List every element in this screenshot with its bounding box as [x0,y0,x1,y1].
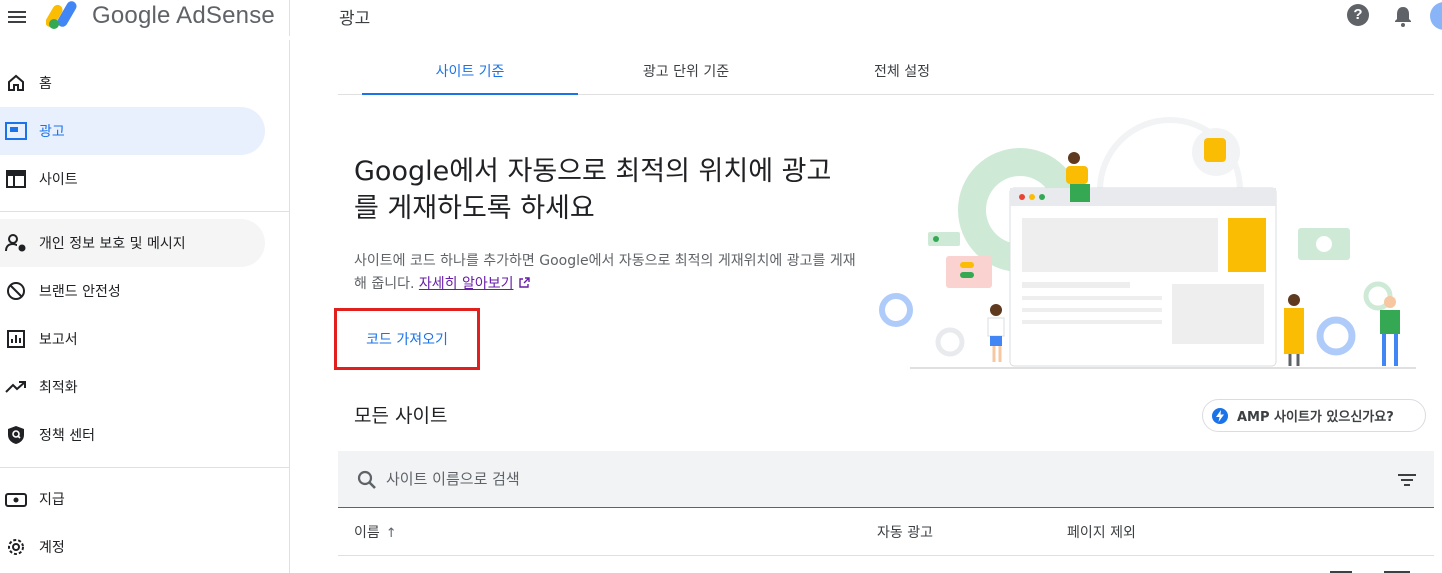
lightning-bolt-icon [1212,407,1228,424]
product-name: Google AdSense [92,2,275,29]
sidebar-item-reports[interactable]: 보고서 [0,315,265,363]
sidebar-item-label: 정책 센터 [39,428,95,444]
column-header-page-exclusions[interactable]: 페이지 제외 [1067,522,1136,542]
row-actions-icon [1330,571,1410,573]
hero-description: 사이트에 코드 하나를 추가하면 Google에서 자동으로 최적의 게재위치에… [354,250,864,296]
sites-icon [5,168,27,190]
top-app-bar: Google AdSense 광고 ? [0,0,1442,40]
column-header-auto-ads[interactable]: 자동 광고 [877,522,933,542]
sidebar-divider [0,467,290,468]
sidebar-item-policy-center[interactable]: 정책 센터 [0,411,265,459]
tab-by-ad-unit[interactable]: 광고 단위 기준 [578,52,794,95]
privacy-icon [5,232,27,254]
settings-icon [5,536,27,558]
tab-by-site[interactable]: 사이트 기준 [362,52,578,95]
sidebar-item-label: 홈 [39,76,52,92]
sidebar-item-payments[interactable]: 지급 [0,475,265,523]
sidebar: 홈 광고 사이트 개인 정보 보호 및 메시지 브랜드 안전성 보고서 최적화 … [0,40,290,573]
sidebar-item-label: 최적화 [39,380,78,396]
tab-bar: 사이트 기준 광고 단위 기준 전체 설정 [338,52,1434,95]
sidebar-item-ads[interactable]: 광고 [0,107,265,155]
table-header: 이름 ↑ 자동 광고 페이지 제외 [338,508,1434,556]
external-link-icon [518,277,530,288]
column-header-name[interactable]: 이름 ↑ [354,522,397,542]
shield-icon [5,424,27,446]
sidebar-item-label: 개인 정보 보호 및 메시지 [39,236,186,252]
payments-icon [5,488,27,510]
help-icon[interactable]: ? [1347,4,1369,26]
search-input[interactable] [386,465,1286,493]
topbar-divider [289,0,290,36]
auto-ads-illustration [879,117,1416,369]
ads-icon [5,120,27,142]
sidebar-item-label: 계정 [39,540,65,556]
get-code-button[interactable]: 코드 가져오기 [348,322,466,358]
block-icon [5,280,27,302]
sidebar-item-label: 광고 [39,124,65,140]
learn-more-link[interactable]: 자세히 알아보기 [419,276,514,292]
adsense-logo-icon [46,1,77,29]
hamburger-menu-icon[interactable] [6,8,28,28]
trending-icon [5,376,27,398]
sidebar-item-label: 지급 [39,492,65,508]
sidebar-item-privacy[interactable]: 개인 정보 보호 및 메시지 [0,219,265,267]
tab-global-settings[interactable]: 전체 설정 [794,52,1010,95]
hero-headline: Google에서 자동으로 최적의 위치에 광고를 게재하도록 하세요 [354,156,832,224]
amp-button-label: AMP 사이트가 있으신가요? [1237,410,1394,425]
search-bar [338,451,1434,508]
sidebar-item-label: 사이트 [39,172,78,188]
sidebar-item-home[interactable]: 홈 [0,59,265,107]
sidebar-item-brand-safety[interactable]: 브랜드 안전성 [0,267,265,315]
reports-icon [5,328,27,350]
sidebar-item-label: 브랜드 안전성 [39,284,121,300]
filter-icon[interactable] [1396,470,1418,490]
page-title: 광고 [339,9,371,29]
avatar[interactable] [1430,2,1442,30]
column-header-name-label: 이름 [354,525,380,541]
sidebar-item-sites[interactable]: 사이트 [0,155,265,203]
search-icon [357,470,376,489]
sidebar-item-label: 보고서 [39,332,78,348]
sidebar-divider [0,211,290,212]
home-icon [5,72,27,94]
sidebar-item-optimization[interactable]: 최적화 [0,363,265,411]
sidebar-item-account[interactable]: 계정 [0,523,265,571]
bell-icon[interactable] [1392,4,1414,28]
section-title: 모든 사이트 [354,405,448,427]
sort-arrow-up-icon: ↑ [385,526,397,541]
amp-sites-button[interactable]: AMP 사이트가 있으신가요? [1202,399,1426,432]
